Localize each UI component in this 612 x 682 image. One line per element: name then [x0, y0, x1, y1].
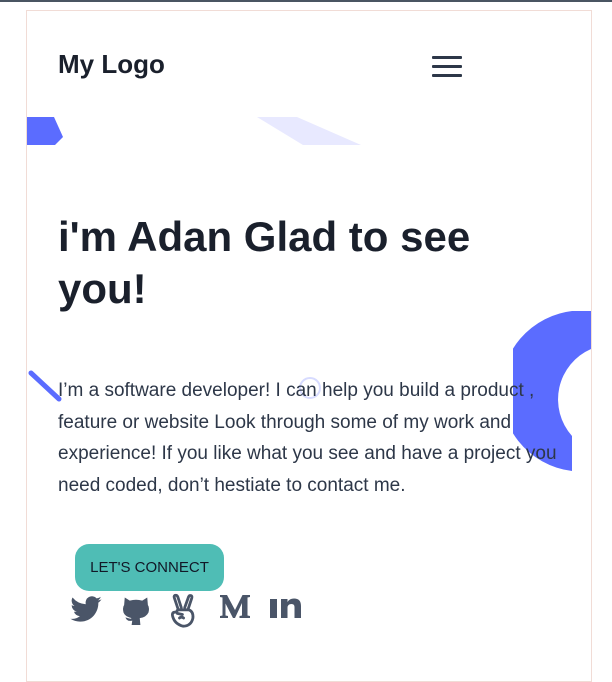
medium-icon[interactable]	[219, 593, 251, 621]
angellist-icon[interactable]	[169, 593, 197, 629]
site-logo[interactable]: My Logo	[58, 49, 165, 80]
decor-light-stripe	[257, 117, 361, 145]
hero-description: I’m a software developer! I can help you…	[58, 380, 557, 496]
hero-title: i'm Adan Glad to see you!	[58, 213, 471, 312]
lets-connect-button[interactable]: LET'S CONNECT	[75, 544, 224, 591]
linkedin-icon[interactable]	[269, 593, 303, 621]
decor-blue-shape-top-left	[27, 117, 63, 145]
github-icon[interactable]	[121, 593, 151, 627]
top-border	[0, 0, 612, 2]
page-card: My Logo i'm Adan Glad to see you! I’m a …	[26, 10, 592, 682]
hamburger-menu-icon[interactable]	[427, 51, 467, 81]
twitter-icon[interactable]	[69, 593, 103, 627]
